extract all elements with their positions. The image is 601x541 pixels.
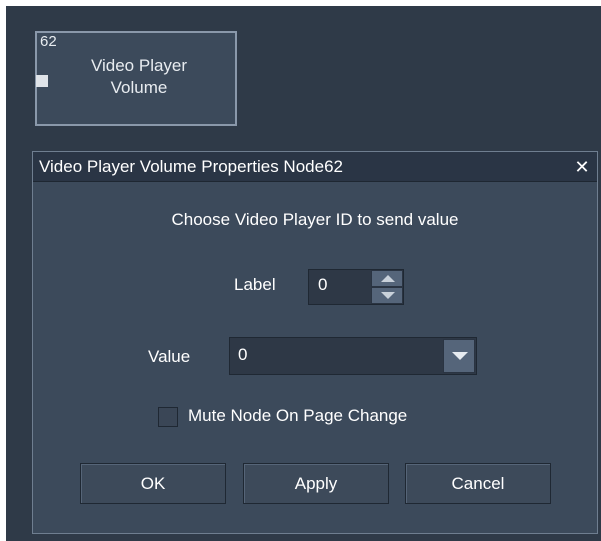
spin-down-button[interactable] (371, 287, 403, 304)
cancel-button[interactable]: Cancel (405, 463, 551, 504)
label-spinbox[interactable]: 0 (308, 269, 404, 305)
instruction-text: Choose Video Player ID to send value (171, 210, 459, 229)
value-dropdown[interactable]: 0 (229, 337, 477, 375)
label-caption: Label (234, 275, 276, 294)
dialog-titlebar[interactable]: Video Player Volume Properties Node62 ✕ (33, 152, 597, 182)
mute-checkbox[interactable] (158, 407, 178, 427)
close-icon[interactable]: ✕ (573, 158, 591, 176)
chevron-up-icon (381, 275, 395, 282)
video-player-volume-node[interactable]: 62 Video Player Volume (35, 31, 237, 126)
spin-buttons (371, 270, 403, 304)
value-caption: Value (148, 347, 191, 366)
chevron-down-icon (381, 292, 395, 299)
node-id: 62 (40, 33, 57, 50)
mute-checkbox-label[interactable]: Mute Node On Page Change (188, 406, 407, 426)
workspace-canvas: 62 Video Player Volume Video Player Volu… (6, 6, 601, 541)
dropdown-button[interactable] (443, 339, 475, 373)
properties-dialog: Video Player Volume Properties Node62 ✕ … (32, 151, 598, 534)
spin-up-button[interactable] (371, 270, 403, 287)
node-title-line1: Video Player (90, 56, 188, 75)
ok-button[interactable]: OK (80, 463, 226, 504)
value-dropdown-selected: 0 (238, 345, 248, 364)
node-input-port[interactable] (36, 75, 48, 87)
node-title-line2: Volume (110, 78, 168, 97)
dialog-body: Choose Video Player ID to send value Lab… (33, 183, 597, 533)
node-title: Video Player Volume (59, 55, 219, 99)
dialog-title: Video Player Volume Properties Node62 (39, 157, 343, 176)
chevron-down-icon (452, 352, 468, 360)
label-spin-value[interactable]: 0 (318, 275, 327, 295)
apply-button[interactable]: Apply (243, 463, 389, 504)
